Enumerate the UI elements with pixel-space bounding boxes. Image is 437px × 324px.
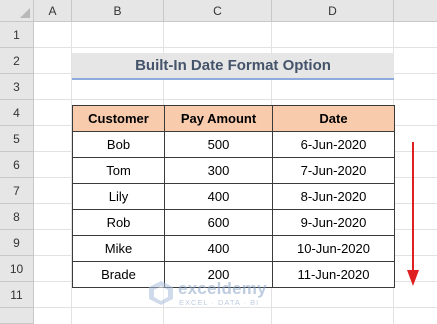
cell-customer[interactable]: Bob	[72, 131, 165, 158]
watermark-name: exceldemy	[178, 279, 267, 298]
row-header-6[interactable]: 6	[0, 152, 34, 178]
cell-customer[interactable]: Lily	[72, 183, 165, 210]
row-header-11[interactable]: 11	[0, 282, 34, 308]
header-pay-amount[interactable]: Pay Amount	[164, 105, 273, 132]
gridline	[34, 99, 437, 100]
row-header-5[interactable]: 5	[0, 126, 34, 152]
cell-date[interactable]: 10-Jun-2020	[272, 235, 395, 262]
row-header-4[interactable]: 4	[0, 100, 34, 126]
cell-customer[interactable]: Mike	[72, 235, 165, 262]
column-header-c[interactable]: C	[164, 0, 272, 22]
row-header-2[interactable]: 2	[0, 48, 34, 74]
table-row: Mike 400 10-Jun-2020	[72, 235, 395, 262]
exceldemy-logo-icon	[149, 281, 173, 305]
row-header-10[interactable]: 10	[0, 256, 34, 282]
row-header-1[interactable]: 1	[0, 22, 34, 48]
row-header-9[interactable]: 9	[0, 230, 34, 256]
gridline	[34, 47, 437, 48]
watermark-tagline: EXCEL · DATA · BI	[179, 298, 260, 307]
row-header-3[interactable]: 3	[0, 74, 34, 100]
cell-pay-amount[interactable]: 500	[164, 131, 273, 158]
table-row: Tom 300 7-Jun-2020	[72, 157, 395, 184]
row-header-7[interactable]: 7	[0, 178, 34, 204]
table-row: Lily 400 8-Jun-2020	[72, 183, 395, 210]
column-header-d[interactable]: D	[272, 0, 394, 22]
cell-customer[interactable]: Tom	[72, 157, 165, 184]
header-date[interactable]: Date	[272, 105, 395, 132]
cell-date[interactable]: 6-Jun-2020	[272, 131, 395, 158]
row-header-12[interactable]	[0, 308, 34, 324]
cell-pay-amount[interactable]: 600	[164, 209, 273, 236]
table-header-row: Customer Pay Amount Date	[72, 105, 395, 132]
row-header-8[interactable]: 8	[0, 204, 34, 230]
select-all-icon	[20, 8, 30, 18]
table-row: Rob 600 9-Jun-2020	[72, 209, 395, 236]
data-table: Customer Pay Amount Date Bob 500 6-Jun-2…	[72, 105, 395, 288]
cell-date[interactable]: 8-Jun-2020	[272, 183, 395, 210]
column-header-b[interactable]: B	[72, 0, 164, 22]
spreadsheet: A B C D 1 2 3 4 5 6 7 8 9 10 11 Built-In…	[0, 0, 437, 324]
cell-pay-amount[interactable]: 400	[164, 235, 273, 262]
cell-customer[interactable]: Rob	[72, 209, 165, 236]
exceldemy-watermark: exceldemy EXCEL · DATA · BI	[146, 277, 296, 311]
cell-pay-amount[interactable]: 400	[164, 183, 273, 210]
cell-date[interactable]: 9-Jun-2020	[272, 209, 395, 236]
cell-pay-amount[interactable]: 300	[164, 157, 273, 184]
select-all-corner[interactable]	[0, 0, 34, 22]
down-arrow-icon	[407, 142, 419, 286]
column-header-e[interactable]	[394, 0, 437, 22]
table-row: Bob 500 6-Jun-2020	[72, 131, 395, 158]
sheet-title[interactable]: Built-In Date Format Option	[72, 53, 394, 80]
column-header-a[interactable]: A	[34, 0, 72, 22]
cell-date[interactable]: 7-Jun-2020	[272, 157, 395, 184]
header-customer[interactable]: Customer	[72, 105, 165, 132]
